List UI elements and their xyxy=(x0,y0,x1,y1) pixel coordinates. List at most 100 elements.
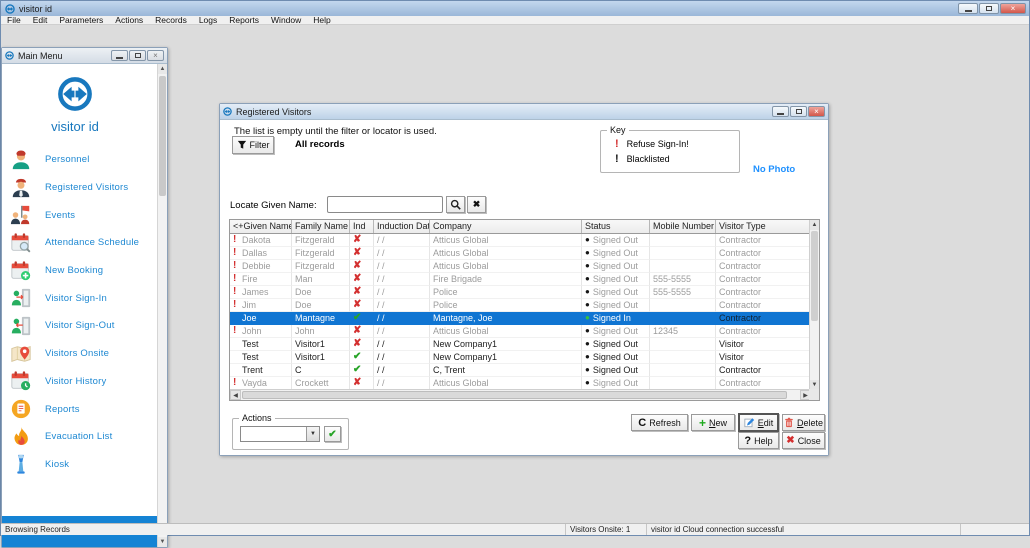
sidebar-item-label: Personnel xyxy=(45,154,90,165)
menu-file[interactable]: File xyxy=(1,16,27,25)
sidebar-item-reports[interactable]: Reports xyxy=(2,395,148,423)
table-row[interactable]: !FireMan✘/ /Fire Brigade●Signed Out555-5… xyxy=(230,273,811,286)
sidebar-item-evacuation-list[interactable]: Evacuation List xyxy=(2,423,148,451)
grid-column-header[interactable]: Company xyxy=(430,220,582,233)
cell-mobile-number xyxy=(650,351,716,364)
grid-column-header[interactable]: Status xyxy=(582,220,650,233)
table-row[interactable]: JoeMantagne✔/ /Mantagne, Joe●Signed InCo… xyxy=(230,312,811,325)
table-row[interactable]: !JimDoe✘/ /Police●Signed OutContractor xyxy=(230,299,811,312)
signed-out-dot-icon: ● xyxy=(585,366,590,374)
cell-status: ●Signed Out xyxy=(582,247,650,260)
main-menu-close-button[interactable]: × xyxy=(147,50,164,61)
chevron-down-icon[interactable]: ▼ xyxy=(306,427,319,441)
rv-minimize-button[interactable] xyxy=(772,106,789,117)
sidebar-item-visitors-onsite[interactable]: Visitors Onsite xyxy=(2,340,148,368)
sidebar-item-kiosk[interactable]: Kiosk xyxy=(2,451,148,479)
grid-scroll-left-icon[interactable]: ◀ xyxy=(230,390,241,400)
status-bar: Browsing Records Visitors Onsite: 1 visi… xyxy=(1,523,1029,535)
sidebar-item-attendance-schedule[interactable]: Attendance Schedule xyxy=(2,229,148,257)
cell-mobile-number xyxy=(650,247,716,260)
locate-search-button[interactable] xyxy=(446,196,465,213)
app-logo-icon xyxy=(5,4,15,14)
sidebar-item-new-booking[interactable]: New Booking xyxy=(2,257,148,285)
sidebar-item-label: Visitor Sign-In xyxy=(45,293,107,304)
registered-visitors-title: Registered Visitors xyxy=(236,107,311,117)
sidebar-item-visitor-sign-in[interactable]: Visitor Sign-In xyxy=(2,284,148,312)
cell-given-name: Test xyxy=(230,351,292,364)
menu-edit[interactable]: Edit xyxy=(27,16,54,25)
attendance-schedule-icon xyxy=(10,232,32,254)
menu-records[interactable]: Records xyxy=(149,16,193,25)
sidebar-item-events[interactable]: Events xyxy=(2,201,148,229)
main-menu-restore-button[interactable] xyxy=(129,50,146,61)
grid-scrollbar-thumb[interactable] xyxy=(811,231,818,321)
cell-family-name: Fitzgerald xyxy=(292,260,350,273)
visitor-history-icon xyxy=(10,370,32,392)
rv-restore-button[interactable] xyxy=(790,106,807,117)
menu-reports[interactable]: Reports xyxy=(223,16,265,25)
table-row[interactable]: !DakotaFitzgerald✘/ /Atticus Global●Sign… xyxy=(230,234,811,247)
grid-column-header[interactable]: Ind xyxy=(350,220,374,233)
menu-help[interactable]: Help xyxy=(307,16,336,25)
new-button[interactable]: + New xyxy=(691,414,735,431)
main-menu-minimize-button[interactable] xyxy=(111,50,128,61)
cell-family-name: John xyxy=(292,325,350,338)
table-row[interactable]: !DebbieFitzgerald✘/ /Atticus Global●Sign… xyxy=(230,260,811,273)
app-restore-button[interactable] xyxy=(979,3,999,14)
locate-given-name-input[interactable] xyxy=(327,196,443,213)
scroll-down-icon[interactable]: ▼ xyxy=(158,537,167,547)
sidebar-item-visitor-history[interactable]: Visitor History xyxy=(2,368,148,396)
table-row[interactable]: TestVisitor1✔/ /New Company1●Signed OutV… xyxy=(230,351,811,364)
main-menu-scrollbar[interactable]: ▲ ▼ xyxy=(157,64,167,547)
menu-actions[interactable]: Actions xyxy=(109,16,149,25)
registered-visitors-icon xyxy=(10,177,32,199)
table-row[interactable]: TrentC✔/ /C, Trent●Signed OutContractor xyxy=(230,364,811,377)
table-row[interactable]: TestVisitor1✘/ /New Company1●Signed OutV… xyxy=(230,338,811,351)
grid-column-header[interactable]: <+Given Name> xyxy=(230,220,292,233)
grid-horizontal-scrollbar[interactable]: ◀ ▶ xyxy=(230,389,811,400)
cell-company: Atticus Global xyxy=(430,234,582,247)
close-button[interactable]: ✖ Close xyxy=(782,432,825,449)
help-button[interactable]: ? Help xyxy=(738,432,779,449)
table-row[interactable]: !JamesDoe✘/ /Police●Signed Out555-5555Co… xyxy=(230,286,811,299)
scroll-up-icon[interactable]: ▲ xyxy=(158,64,167,74)
main-menu-titlebar: Main Menu × xyxy=(2,48,167,64)
filter-button[interactable]: Filter xyxy=(232,136,274,154)
help-button-label: Help xyxy=(754,436,773,446)
sidebar-item-personnel[interactable]: Personnel xyxy=(2,146,148,174)
sidebar-item-registered-visitors[interactable]: Registered Visitors xyxy=(2,174,148,202)
menu-parameters[interactable]: Parameters xyxy=(53,16,109,25)
cell-company: Atticus Global xyxy=(430,260,582,273)
grid-column-header[interactable]: Visitor Type xyxy=(716,220,811,233)
grid-hscrollbar-thumb[interactable] xyxy=(242,391,787,399)
cell-inducted: ✘ xyxy=(350,325,374,338)
edit-button[interactable]: Edit xyxy=(738,413,779,432)
inducted-cross-icon: ✘ xyxy=(353,325,361,337)
app-close-button[interactable]: × xyxy=(1000,3,1026,14)
menu-window[interactable]: Window xyxy=(265,16,307,25)
app-minimize-button[interactable] xyxy=(958,3,978,14)
sidebar-item-visitor-sign-out[interactable]: Visitor Sign-Out xyxy=(2,312,148,340)
grid-column-header[interactable]: Induction Date xyxy=(374,220,430,233)
inducted-cross-icon: ✘ xyxy=(353,286,361,298)
table-row[interactable]: !JohnJohn✘/ /Atticus Global●Signed Out12… xyxy=(230,325,811,338)
cell-family-name: Mantagne xyxy=(292,312,350,325)
actions-combobox[interactable]: ▼ xyxy=(240,426,320,442)
grid-scroll-up-icon[interactable]: ▲ xyxy=(810,220,819,230)
grid-column-header[interactable]: Mobile Number xyxy=(650,220,716,233)
grid-column-header[interactable]: Family Name xyxy=(292,220,350,233)
refresh-button[interactable]: C Refresh xyxy=(631,414,688,431)
locate-clear-button[interactable]: ✖ xyxy=(467,196,486,213)
run-action-button[interactable]: ✔ xyxy=(324,426,341,442)
sidebar-item-label: Attendance Schedule xyxy=(45,237,139,248)
cell-induction-date: / / xyxy=(374,364,430,377)
table-row[interactable]: !DallasFitzgerald✘/ /Atticus Global●Sign… xyxy=(230,247,811,260)
cell-given-name: !John xyxy=(230,325,292,338)
grid-vertical-scrollbar[interactable]: ▲ ▼ xyxy=(809,220,819,390)
cell-mobile-number: 555-5555 xyxy=(650,273,716,286)
events-icon xyxy=(10,204,32,226)
rv-close-button[interactable]: × xyxy=(808,106,825,117)
delete-button[interactable]: Delete xyxy=(782,414,825,431)
scrollbar-thumb[interactable] xyxy=(159,76,166,196)
menu-logs[interactable]: Logs xyxy=(193,16,223,25)
